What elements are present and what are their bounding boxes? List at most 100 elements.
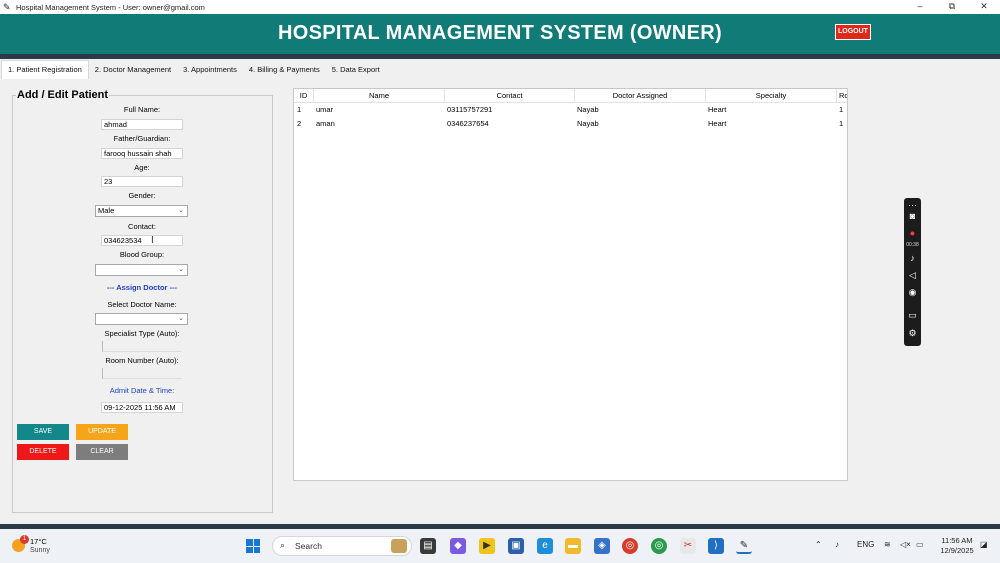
window-icon[interactable]: ▭	[904, 310, 921, 321]
contact-input[interactable]: 034623534	[101, 235, 183, 246]
age-input[interactable]: 23	[101, 176, 183, 187]
app-icon[interactable]: ◈	[594, 538, 610, 554]
cell-specialty: Heart	[708, 119, 727, 128]
assign-doctor-heading: --- Assign Doctor ---	[106, 283, 178, 292]
column-header-room[interactable]: Ro	[837, 89, 847, 103]
task-view-icon[interactable]: ▤	[420, 538, 436, 554]
room-number-label: Room Number (Auto):	[105, 356, 179, 365]
father-label: Father/Guardian:	[113, 134, 171, 143]
camera-icon[interactable]: ◙	[904, 211, 921, 221]
feather-app-icon: ✎	[3, 2, 11, 12]
chevron-down-icon: ⌄	[178, 207, 184, 214]
weather-condition: Sunny	[30, 547, 50, 554]
specialist-type-label: Specialist Type (Auto):	[104, 329, 180, 338]
window-title: Hospital Management System - User: owner…	[16, 2, 205, 12]
snipping-tool-icon[interactable]: ✂	[680, 538, 696, 554]
file-explorer-icon[interactable]: ▬	[565, 538, 581, 554]
delete-button[interactable]: DELETE	[17, 444, 69, 460]
gender-select[interactable]: Male ⌄	[95, 205, 188, 217]
speaker-icon[interactable]: ◁	[904, 270, 921, 281]
age-label: Age:	[134, 163, 150, 172]
room-number-field	[102, 368, 182, 379]
taskbar-search[interactable]: ⌕ Search	[272, 536, 412, 556]
search-icon: ⌕	[280, 540, 286, 550]
webcam-icon[interactable]: ◉	[904, 287, 921, 298]
table-row[interactable]: 1 umar 03115757291 Nayab Heart 1	[294, 104, 847, 116]
chrome-icon[interactable]: ◎	[622, 538, 638, 554]
copilot-icon[interactable]: ◆	[450, 538, 466, 554]
tab-data-export[interactable]: 5. Data Export	[326, 65, 386, 79]
cell-room: 1	[839, 105, 844, 114]
taskbar-clock[interactable]: 11:56 AM 12/9/2025	[936, 536, 978, 556]
cell-name: aman	[316, 119, 335, 128]
maximize-button[interactable]: ⧉	[936, 0, 968, 14]
search-highlight-icon	[391, 539, 407, 553]
table-header: ID Name Contact Doctor Assigned Specialt…	[294, 89, 847, 103]
blood-group-select[interactable]: ⌄	[95, 264, 188, 276]
weather-widget[interactable]: 1 17°C Sunny	[10, 535, 70, 557]
cell-name: umar	[316, 105, 334, 114]
gender-label: Gender:	[128, 191, 156, 200]
edge-icon[interactable]: e	[537, 538, 553, 554]
windows-start-icon[interactable]	[246, 539, 260, 553]
father-input[interactable]: farooq hussain shah	[101, 148, 183, 159]
text-cursor-icon: I	[151, 235, 154, 246]
specialist-type-field	[102, 341, 182, 352]
column-header-doctor[interactable]: Doctor Assigned	[575, 89, 706, 103]
column-header-specialty[interactable]: Specialty	[706, 89, 837, 103]
wifi-icon[interactable]: ≋	[884, 540, 891, 549]
chrome-profile-icon[interactable]: ◎	[651, 538, 667, 554]
tab-bar: 1. Patient Registration 2. Doctor Manage…	[0, 59, 1000, 79]
record-icon[interactable]: ●	[904, 228, 921, 238]
close-button[interactable]: ✕	[968, 0, 1000, 14]
clear-button[interactable]: CLEAR	[76, 444, 128, 460]
full-name-input[interactable]: ahmad	[101, 119, 183, 130]
column-header-id[interactable]: ID	[294, 89, 314, 103]
python-feather-icon[interactable]: ✎	[736, 538, 752, 554]
weather-temperature: 17°C	[30, 537, 47, 546]
tab-doctor-management[interactable]: 2. Doctor Management	[89, 65, 177, 79]
admit-date-input[interactable]: 09-12-2025 11:56 AM	[101, 402, 183, 413]
table-row[interactable]: 2 aman 0346237654 Nayab Heart 1	[294, 118, 847, 130]
cell-id: 1	[297, 105, 302, 114]
doctor-name-select[interactable]: ⌄	[95, 313, 188, 325]
cell-id: 2	[297, 119, 302, 128]
notifications-icon[interactable]: ◪	[980, 540, 988, 549]
full-name-label: Full Name:	[123, 105, 161, 114]
recording-timer: 00:38	[906, 242, 919, 248]
doctor-name-label: Select Doctor Name:	[107, 300, 177, 309]
minimize-button[interactable]: –	[904, 0, 936, 14]
cell-specialty: Heart	[708, 105, 727, 114]
column-header-contact[interactable]: Contact	[445, 89, 575, 103]
cell-doctor: Nayab	[577, 105, 599, 114]
update-button[interactable]: UPDATE	[76, 424, 128, 440]
chevron-up-icon[interactable]: ⌃	[815, 540, 822, 549]
patients-table[interactable]: ID Name Contact Doctor Assigned Specialt…	[293, 88, 848, 481]
store-icon[interactable]: ▣	[508, 538, 524, 554]
contact-label: Contact:	[128, 222, 156, 231]
gender-select-value: Male	[98, 206, 115, 215]
tab-appointments[interactable]: 3. Appointments	[177, 65, 243, 79]
vscode-icon[interactable]: ⟩	[708, 538, 724, 554]
admit-date-label: Admit Date & Time:	[109, 386, 175, 395]
screen-recorder-toolbar: ⋯ ◙ ● 00:38 ♪ ◁ ◉ ▭ ⚙	[904, 198, 921, 346]
windows-taskbar: 1 17°C Sunny ⌕ Search ▤ ◆ ▶ ▣ e ▬ ◈ ◎ ◎ …	[0, 529, 1000, 563]
gear-icon[interactable]: ⚙	[904, 328, 921, 339]
drag-handle-icon[interactable]: ⋯	[904, 200, 921, 211]
logout-button[interactable]: LOGOUT	[835, 24, 871, 40]
microphone-tray-icon[interactable]: ♪	[835, 540, 839, 549]
cell-contact: 03115757291	[447, 105, 493, 114]
microphone-icon[interactable]: ♪	[904, 253, 921, 263]
clock-time: 11:56 AM	[941, 536, 973, 545]
save-button[interactable]: SAVE	[17, 424, 69, 440]
tab-billing-payments[interactable]: 4. Billing & Payments	[243, 65, 326, 79]
tab-patient-registration[interactable]: 1. Patient Registration	[1, 60, 89, 79]
language-indicator[interactable]: ENG	[857, 540, 874, 549]
column-header-name[interactable]: Name	[314, 89, 445, 103]
volume-icon[interactable]: ◁×	[900, 540, 911, 549]
window-controls: – ⧉ ✕	[904, 0, 1000, 14]
battery-icon[interactable]: ▭	[916, 540, 924, 549]
media-player-icon[interactable]: ▶	[479, 538, 495, 554]
cell-room: 1	[839, 119, 844, 128]
window-titlebar: ✎ Hospital Management System - User: own…	[0, 0, 1000, 14]
